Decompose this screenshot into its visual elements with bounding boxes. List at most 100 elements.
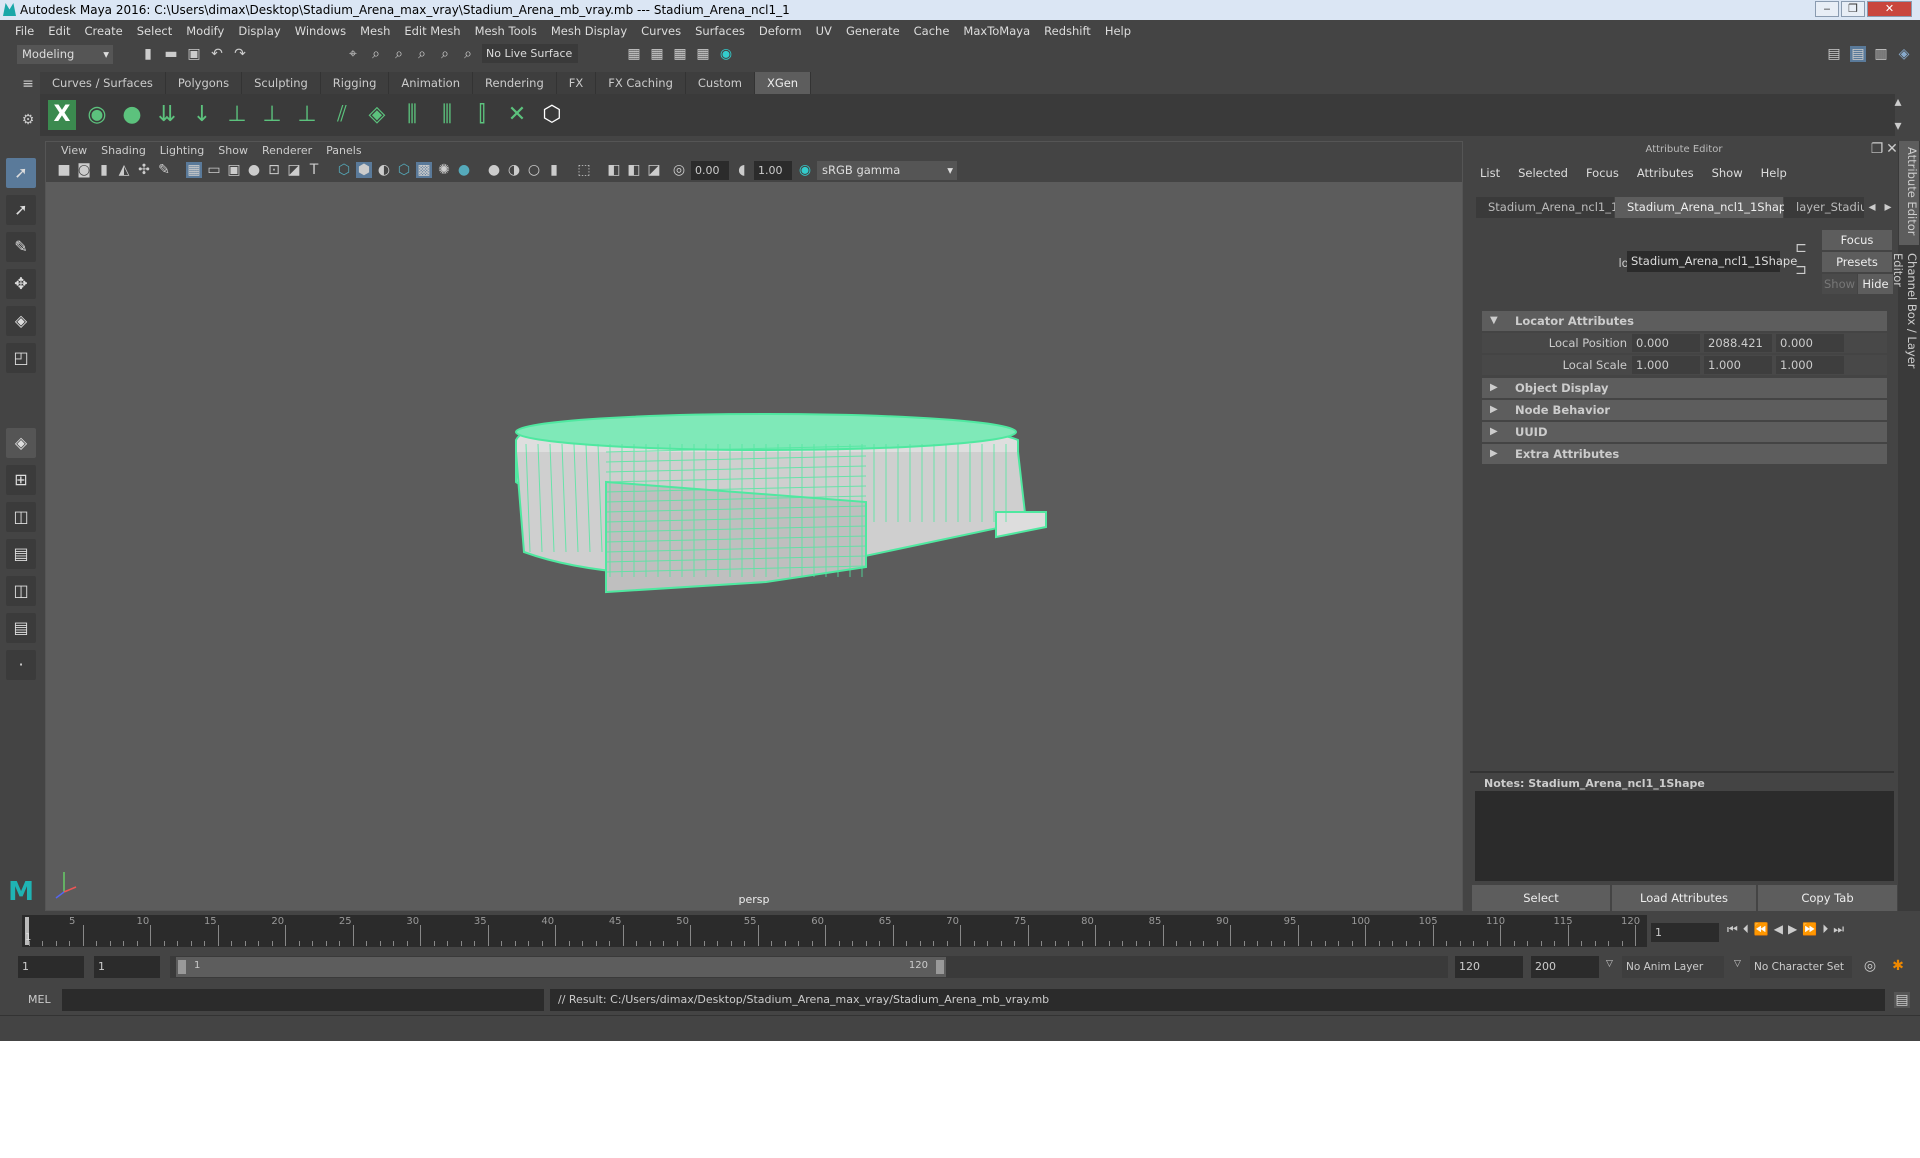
guide-length-icon[interactable]: ⊥ bbox=[258, 100, 286, 130]
smooth-shade-icon[interactable]: ⬢ bbox=[356, 162, 372, 178]
playback-end-field[interactable]: 120 bbox=[1455, 956, 1523, 978]
range-end-handle[interactable] bbox=[936, 960, 944, 974]
current-frame-field[interactable]: 1 bbox=[1651, 923, 1719, 942]
play-backward-icon[interactable]: ◀ bbox=[1774, 922, 1783, 937]
ae-menu-help[interactable]: Help bbox=[1761, 166, 1787, 180]
channel-box-side-tab[interactable]: Channel Box / Layer Editor bbox=[1891, 247, 1919, 403]
chevron-down-icon[interactable]: ▽ bbox=[1606, 959, 1613, 969]
menu-create[interactable]: Create bbox=[78, 24, 130, 38]
colorspace-dropdown[interactable]: sRGB gamma ▾ bbox=[817, 161, 957, 180]
xgen-editor-icon[interactable]: X bbox=[48, 100, 76, 130]
xray-icon[interactable]: ◧ bbox=[606, 162, 622, 178]
resolution-gate-icon[interactable]: ▣ bbox=[226, 162, 242, 178]
anti-aliasing-icon[interactable]: ○ bbox=[526, 162, 542, 178]
menu-surfaces[interactable]: Surfaces bbox=[688, 24, 752, 38]
motion-blur-icon[interactable]: ◑ bbox=[506, 162, 522, 178]
script-language-toggle[interactable]: MEL bbox=[28, 993, 51, 1006]
single-perspective-layout-icon[interactable]: ◈ bbox=[6, 428, 36, 458]
use-all-lights-icon[interactable]: ✺ bbox=[436, 162, 452, 178]
tab-scroll-left-icon[interactable]: ◂ bbox=[1864, 199, 1880, 215]
save-scene-icon[interactable]: ▣ bbox=[186, 46, 202, 62]
menu-select[interactable]: Select bbox=[130, 24, 179, 38]
ae-menu-selected[interactable]: Selected bbox=[1518, 166, 1568, 180]
ipr-render-icon[interactable]: ▦ bbox=[672, 46, 688, 62]
color-management-toggle-icon[interactable]: ◉ bbox=[797, 162, 813, 178]
show-button[interactable]: Show bbox=[1822, 274, 1857, 294]
copy-tab-button[interactable]: Copy Tab bbox=[1758, 885, 1897, 911]
load-selected-icon[interactable]: ⊏ bbox=[1793, 240, 1809, 256]
shelf-tab-sculpting[interactable]: Sculpting bbox=[242, 72, 321, 94]
maximize-button[interactable]: ❐ bbox=[1841, 1, 1865, 17]
xgen-preview-icon[interactable]: ◉ bbox=[83, 100, 111, 130]
move-tool-icon[interactable]: ✥ bbox=[6, 269, 36, 299]
ae-menu-focus[interactable]: Focus bbox=[1586, 166, 1619, 180]
ae-tab-transform[interactable]: Stadium_Arena_ncl1_1 bbox=[1476, 197, 1618, 218]
menu-mesh-tools[interactable]: Mesh Tools bbox=[468, 24, 544, 38]
wireframe-icon[interactable]: ⬡ bbox=[336, 162, 352, 178]
field-chart-icon[interactable]: ⊡ bbox=[266, 162, 282, 178]
xray-joints-icon[interactable]: ◧ bbox=[626, 162, 642, 178]
float-panel-icon[interactable]: ❐ bbox=[1869, 141, 1885, 157]
paint-select-icon[interactable]: ✎ bbox=[6, 232, 36, 262]
workspace-icon[interactable]: ▤ bbox=[1826, 46, 1842, 62]
grid-icon[interactable]: ▦ bbox=[186, 162, 202, 178]
shelf-tab-curves-surfaces[interactable]: Curves / Surfaces bbox=[40, 72, 166, 94]
local-scale-z[interactable]: 1.000 bbox=[1776, 356, 1844, 374]
vp-menu-shading[interactable]: Shading bbox=[94, 142, 153, 159]
add-guide-icon[interactable]: ⇊ bbox=[153, 100, 181, 130]
safe-action-icon[interactable]: ◪ bbox=[286, 162, 302, 178]
shelf-tab-custom[interactable]: Custom bbox=[685, 72, 755, 94]
bend-guide-icon[interactable]: ⫽ bbox=[328, 100, 356, 130]
depth-of-field-icon[interactable]: ▮ bbox=[546, 162, 562, 178]
rotate-tool-icon[interactable]: ◈ bbox=[6, 306, 36, 336]
notes-textarea[interactable] bbox=[1475, 791, 1894, 881]
scale-tool-icon[interactable]: ◰ bbox=[6, 343, 36, 373]
close-button[interactable]: ✕ bbox=[1867, 1, 1912, 17]
sculpt-guide-icon[interactable]: ⫼ bbox=[398, 100, 426, 130]
select-tool-icon[interactable]: ➚ bbox=[6, 158, 36, 188]
ae-menu-attributes[interactable]: Attributes bbox=[1637, 166, 1694, 180]
menu-windows[interactable]: Windows bbox=[288, 24, 353, 38]
grease-pencil-icon[interactable]: ✎ bbox=[156, 162, 172, 178]
vp-menu-show[interactable]: Show bbox=[211, 142, 255, 159]
exposure-icon[interactable]: ◎ bbox=[671, 162, 687, 178]
safe-title-icon[interactable]: T bbox=[306, 162, 322, 178]
command-input[interactable] bbox=[62, 989, 544, 1011]
guide-convert-icon[interactable]: ⫿ bbox=[468, 100, 496, 130]
shelf-tab-xgen[interactable]: XGen bbox=[754, 72, 812, 94]
prev-key-icon[interactable]: ⏪ bbox=[1754, 922, 1769, 937]
local-position-y[interactable]: 2088.421 bbox=[1704, 334, 1772, 352]
section-locator-attributes[interactable]: ▼ Locator Attributes bbox=[1482, 311, 1887, 331]
lock-guide-icon[interactable]: ⊥ bbox=[293, 100, 321, 130]
snap-point-icon[interactable]: ⌕ bbox=[460, 46, 476, 62]
animation-preferences-icon[interactable]: ✱ bbox=[1890, 958, 1906, 974]
shelf-tab-rigging[interactable]: Rigging bbox=[320, 72, 390, 94]
menu-edit-mesh[interactable]: Edit Mesh bbox=[397, 24, 467, 38]
wireframe-on-shaded-icon[interactable]: ⬡ bbox=[396, 162, 412, 178]
snap-curve-icon[interactable]: ⌕ bbox=[437, 46, 453, 62]
shelf-tab-rendering[interactable]: Rendering bbox=[473, 72, 557, 94]
bookmark-icon[interactable]: ▮ bbox=[96, 162, 112, 178]
shelf-settings-icon[interactable]: ⚙ bbox=[20, 112, 36, 128]
camera-attributes-icon[interactable]: ◙ bbox=[76, 162, 92, 178]
hypershade-icon[interactable]: ◉ bbox=[718, 46, 734, 62]
scene-start-field[interactable]: 1 bbox=[18, 956, 84, 978]
undo-icon[interactable]: ↶ bbox=[209, 46, 225, 62]
playback-start-field[interactable]: 1 bbox=[94, 956, 160, 978]
delete-guide-icon[interactable]: ✕ bbox=[503, 100, 531, 130]
insert-cv-icon[interactable]: ⊥ bbox=[223, 100, 251, 130]
toggle-channel-box-icon[interactable]: ◈ bbox=[1896, 46, 1912, 62]
lasso-tool-icon[interactable]: ➚ bbox=[6, 195, 36, 225]
menu-help[interactable]: Help bbox=[1098, 24, 1138, 38]
side-by-side-layout-icon[interactable]: ◫ bbox=[6, 502, 36, 532]
2d-pan-zoom-icon[interactable]: ✣ bbox=[136, 162, 152, 178]
shelf-tab-polygons[interactable]: Polygons bbox=[165, 72, 243, 94]
3d-view[interactable]: persp bbox=[46, 182, 1462, 910]
menu-modify[interactable]: Modify bbox=[179, 24, 231, 38]
auto-key-icon[interactable]: ◎ bbox=[1862, 958, 1878, 974]
range-start-handle[interactable] bbox=[178, 960, 186, 974]
exposure-field[interactable]: 0.00 bbox=[691, 161, 729, 180]
toggle-tool-settings-icon[interactable]: ▥ bbox=[1873, 46, 1889, 62]
vp-menu-renderer[interactable]: Renderer bbox=[255, 142, 319, 159]
render-frame-icon[interactable]: ▦ bbox=[649, 46, 665, 62]
